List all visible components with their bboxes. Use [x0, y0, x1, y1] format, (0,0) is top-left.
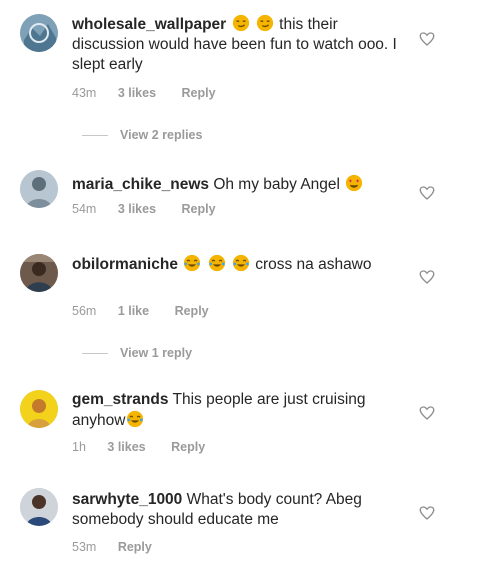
heart-outline-icon[interactable]: [418, 30, 436, 48]
avatar[interactable]: [20, 170, 58, 208]
comment-text: wholesale_wallpaper this their discussio…: [72, 14, 402, 75]
comment-meta: 54m 3 likes Reply: [72, 202, 238, 216]
view-replies-button[interactable]: View 2 replies: [82, 128, 202, 142]
view-replies-button[interactable]: View 1 reply: [82, 346, 192, 360]
reply-button[interactable]: Reply: [171, 440, 205, 454]
likes-count[interactable]: 3 likes: [118, 86, 156, 100]
tears-of-joy-emoji-icon: [182, 254, 255, 273]
comment-text: obilormaniche cross na ashawo: [72, 254, 402, 275]
comment-meta: 53m Reply: [72, 540, 174, 554]
reply-button[interactable]: Reply: [175, 304, 209, 318]
comment-username[interactable]: sarwhyte_1000: [72, 491, 182, 508]
comment-time: 54m: [72, 202, 97, 216]
likes-count[interactable]: 3 likes: [107, 440, 145, 454]
comment-username[interactable]: maria_chike_news: [72, 176, 209, 193]
tears-of-joy-emoji-icon: [125, 410, 145, 429]
comment-meta: 1h 3 likes Reply: [72, 440, 227, 454]
heart-outline-icon[interactable]: [418, 404, 436, 422]
comment-body: Oh my baby Angel: [213, 176, 340, 193]
comment-time: 53m: [72, 540, 97, 554]
avatar[interactable]: [20, 14, 58, 52]
comment-text: gem_strands This people are just cruisin…: [72, 390, 402, 431]
avatar[interactable]: [20, 390, 58, 428]
replies-divider: [82, 135, 108, 137]
comment-username[interactable]: wholesale_wallpaper: [72, 16, 226, 33]
heart-eyes-emoji-icon: [344, 174, 364, 193]
comment-body: cross na ashawo: [255, 256, 372, 273]
heart-outline-icon[interactable]: [418, 268, 436, 286]
reply-button[interactable]: Reply: [182, 86, 216, 100]
reply-button[interactable]: Reply: [182, 202, 216, 216]
avatar[interactable]: [20, 254, 58, 292]
comment-text: maria_chike_news Oh my baby Angel: [72, 174, 402, 195]
heart-outline-icon[interactable]: [418, 184, 436, 202]
heart-outline-icon[interactable]: [418, 504, 436, 522]
smirk-emoji-icon: [231, 14, 280, 33]
comment-username[interactable]: gem_strands: [72, 391, 168, 408]
comment-text: sarwhyte_1000 What's body count? Abeg so…: [72, 490, 402, 530]
comment-username[interactable]: obilormaniche: [72, 256, 178, 273]
likes-count[interactable]: 1 like: [118, 304, 149, 318]
view-replies-label: View 1 reply: [120, 346, 193, 360]
replies-divider: [82, 353, 108, 355]
comment-time: 43m: [72, 86, 97, 100]
comment-time: 1h: [72, 440, 86, 454]
view-replies-label: View 2 replies: [120, 128, 203, 142]
avatar[interactable]: [20, 488, 58, 526]
comment-meta: 56m 1 like Reply: [72, 304, 231, 318]
comment-meta: 43m 3 likes Reply: [72, 86, 238, 100]
reply-button[interactable]: Reply: [118, 540, 152, 554]
likes-count[interactable]: 3 likes: [118, 202, 156, 216]
comment-time: 56m: [72, 304, 97, 318]
